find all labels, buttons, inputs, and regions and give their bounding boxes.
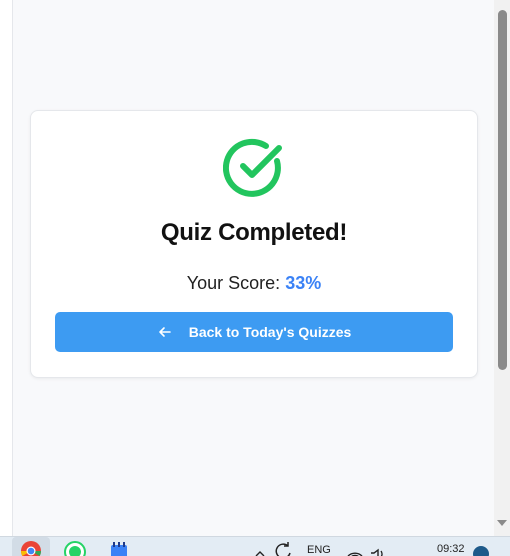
page-content: Quiz Completed! Your Score: 33% Back to … bbox=[13, 0, 494, 536]
vertical-scrollbar[interactable] bbox=[494, 0, 510, 536]
language-indicator[interactable]: ENG bbox=[307, 544, 331, 556]
check-circle-icon bbox=[222, 136, 285, 198]
chevron-up-icon[interactable] bbox=[254, 537, 266, 556]
taskbar: ENG 09:32 bbox=[0, 536, 510, 556]
scroll-down-arrow-icon[interactable] bbox=[497, 520, 507, 526]
volume-icon[interactable] bbox=[368, 537, 388, 556]
back-to-quizzes-button[interactable]: Back to Today's Quizzes bbox=[55, 312, 453, 352]
result-card: Quiz Completed! Your Score: 33% Back to … bbox=[30, 110, 478, 378]
chrome-icon[interactable] bbox=[18, 537, 44, 556]
clock-time[interactable]: 09:32 bbox=[437, 543, 465, 555]
scrollbar-thumb[interactable] bbox=[498, 10, 507, 370]
app-window: Quiz Completed! Your Score: 33% Back to … bbox=[0, 0, 510, 556]
refresh-icon[interactable] bbox=[274, 537, 294, 556]
arrow-left-icon bbox=[157, 324, 173, 340]
completion-title: Quiz Completed! bbox=[160, 219, 348, 246]
back-button-label: Back to Today's Quizzes bbox=[188, 324, 352, 340]
score-value: 33% bbox=[285, 273, 322, 293]
whatsapp-icon[interactable] bbox=[62, 537, 88, 556]
score-label: Your Score: bbox=[186, 273, 281, 293]
wifi-icon[interactable] bbox=[346, 537, 364, 556]
score-line: Your Score: 33% bbox=[31, 273, 477, 294]
notification-badge-icon[interactable] bbox=[472, 537, 490, 556]
notepad-icon[interactable] bbox=[106, 537, 132, 556]
left-edge-panel bbox=[0, 0, 13, 536]
